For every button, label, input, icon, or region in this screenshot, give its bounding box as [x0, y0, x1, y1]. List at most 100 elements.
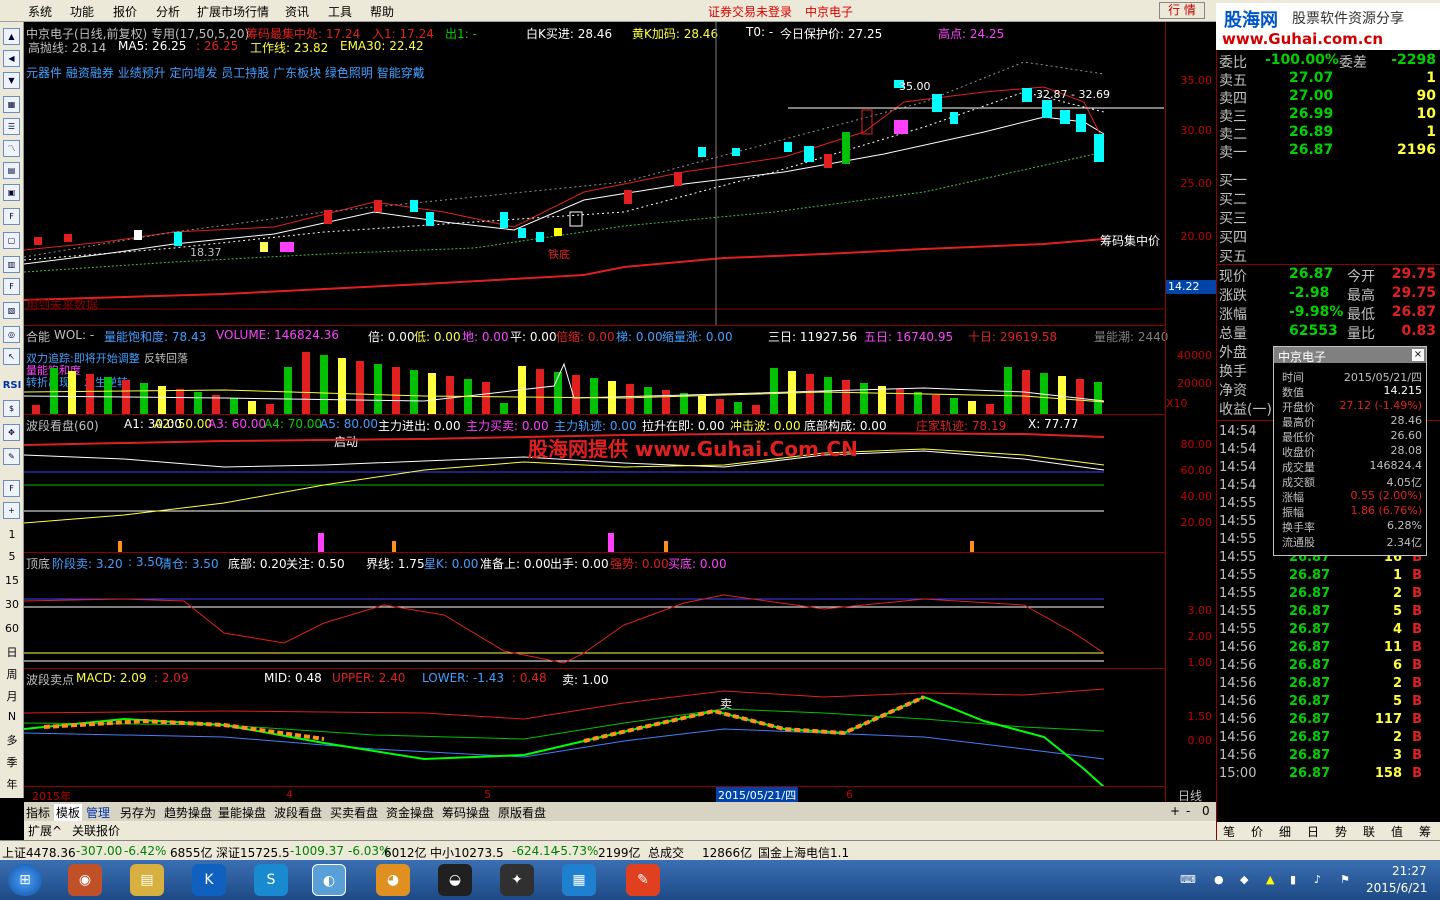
multi-icon[interactable]: ▧ — [3, 302, 20, 319]
flag-icon[interactable]: ⚑ — [1340, 873, 1350, 886]
clock-date[interactable]: 2015/6/21 — [1366, 881, 1428, 895]
kline-chart-area[interactable]: 中京电子(日线,前复权) 专用(17,50,5,20) 筹码最集中处: 17.2… — [24, 22, 1216, 803]
period-month[interactable]: 月 — [2, 688, 22, 704]
tab-trend[interactable]: 趋势操盘 — [164, 804, 212, 821]
ring-icon[interactable]: ◎ — [3, 326, 20, 343]
right-tab[interactable]: 日 — [1307, 823, 1319, 840]
tab-save-as[interactable]: 另存为 — [120, 804, 156, 821]
period-quarter[interactable]: 季 — [2, 754, 22, 770]
menu-system[interactable]: 系统 — [28, 3, 52, 20]
start-icon[interactable]: ⊞ — [8, 864, 42, 896]
period-1min[interactable]: 1 — [2, 528, 22, 541]
tab-wave[interactable]: 波段看盘 — [274, 804, 322, 821]
right-tab[interactable]: 筹 — [1419, 823, 1431, 840]
data-popup[interactable]: 中京电子 × 时间 2015/05/21/四 数值 14.215 开盘价 27.12… — [1273, 346, 1427, 556]
folder-icon[interactable]: ▤ — [130, 864, 164, 896]
quote-button[interactable]: 行 情 — [1159, 2, 1205, 19]
period-day[interactable]: 日 — [2, 644, 22, 660]
tab-indicator[interactable]: 指标 — [26, 804, 50, 821]
f5-icon[interactable]: F — [3, 480, 20, 497]
clock-time[interactable]: 21:27 — [1392, 864, 1427, 878]
period-5min[interactable]: 5 — [2, 550, 22, 563]
line-chart-icon[interactable]: 〽 — [3, 140, 20, 157]
ask-price[interactable]: 26.89 — [1289, 124, 1333, 140]
bar-icon[interactable]: ▥ — [3, 256, 20, 273]
f10-icon[interactable]: F — [3, 208, 20, 225]
sf-icon[interactable]: ✦ — [500, 864, 534, 896]
server-site[interactable]: 国金上海电信1.1 — [758, 844, 849, 861]
right-tab[interactable]: 势 — [1335, 823, 1347, 840]
cursor-icon[interactable]: ↖ — [3, 348, 20, 365]
tab-capital[interactable]: 资金操盘 — [386, 804, 434, 821]
k-app-icon[interactable]: K — [192, 864, 226, 896]
browser-icon[interactable]: ◐ — [312, 864, 346, 896]
period-60min[interactable]: 60 — [2, 622, 22, 635]
security-icon[interactable]: ▲ — [1266, 873, 1274, 886]
right-tab[interactable]: 联 — [1363, 823, 1375, 840]
reset-icon[interactable]: 0 — [1202, 804, 1210, 818]
tab-expand[interactable]: 扩展^ — [28, 822, 62, 839]
bird-icon[interactable]: ◕ — [376, 864, 410, 896]
sz-index[interactable]: 深证15725.5 — [216, 844, 290, 861]
ask-price[interactable]: 27.07 — [1289, 70, 1333, 86]
shield-icon[interactable]: ◆ — [1240, 873, 1248, 886]
right-tab[interactable]: 细 — [1279, 823, 1291, 840]
period-30min[interactable]: 30 — [2, 598, 22, 611]
f12-icon[interactable]: F — [3, 278, 20, 295]
tab-trade[interactable]: 买卖看盘 — [330, 804, 378, 821]
app-icon[interactable]: ◉ — [68, 864, 102, 896]
arrow-left-icon[interactable]: ◀ — [3, 50, 20, 67]
right-tab[interactable]: 值 — [1391, 823, 1403, 840]
right-tab[interactable]: 笔 — [1223, 823, 1235, 840]
period-year[interactable]: 年 — [2, 776, 22, 792]
plus-icon[interactable]: + — [3, 502, 20, 519]
sh-index[interactable]: 上证4478.36 — [2, 844, 76, 861]
arrow-up-icon[interactable]: ▲ — [3, 28, 20, 45]
macd-panel[interactable]: 波段卖点 MACD: 2.09 : 2.09 MID: 0.48 UPPER: … — [24, 668, 1164, 787]
close-icon[interactable]: × — [1412, 349, 1424, 361]
menu-function[interactable]: 功能 — [70, 3, 94, 20]
menu-tools[interactable]: 工具 — [328, 3, 352, 20]
arrow-down-icon[interactable]: ▼ — [3, 72, 20, 89]
keyboard-icon[interactable]: ⌨ — [1180, 873, 1196, 886]
qq-icon[interactable]: ● — [1214, 873, 1224, 886]
rsi-button[interactable]: RSI — [2, 380, 22, 391]
menu-quote[interactable]: 报价 — [113, 3, 137, 20]
tab-template[interactable]: 模板 — [54, 804, 83, 821]
period-n[interactable]: N — [2, 710, 22, 723]
ask-price[interactable]: 27.00 — [1289, 88, 1333, 104]
volume-icon[interactable]: ♪ — [1314, 873, 1321, 886]
table-icon[interactable]: ▤ — [3, 162, 20, 179]
pencil-icon[interactable]: ✎ — [3, 448, 20, 465]
top-bottom-panel[interactable]: 顶底 阶段卖: 3.20 : 3.50 清仓: 3.50 底部: 0.20 关注… — [24, 552, 1164, 668]
network-icon[interactable]: ▮ — [1290, 873, 1296, 886]
zoom-out-icon[interactable]: - — [1186, 804, 1190, 818]
menu-ext-market[interactable]: 扩展市场行情 — [197, 3, 269, 20]
tab-chip[interactable]: 筹码操盘 — [442, 804, 490, 821]
s-app-icon[interactable]: S — [254, 864, 288, 896]
period-15min[interactable]: 15 — [2, 574, 22, 587]
window-icon[interactable]: ▣ — [3, 184, 20, 201]
penguin-icon[interactable]: ◒ — [438, 864, 472, 896]
dollar-icon[interactable]: $ — [3, 400, 20, 417]
doc-icon[interactable]: ▢ — [3, 232, 20, 249]
login-status[interactable]: 证券交易未登录 — [708, 3, 792, 20]
period-multi[interactable]: 多 — [2, 732, 22, 748]
volume-panel[interactable]: 合能 WOL: - 量能饱和度: 78.43 VOLUME: 146824.36… — [24, 325, 1168, 415]
menu-help[interactable]: 帮助 — [370, 3, 394, 20]
tab-original[interactable]: 原版看盘 — [498, 804, 546, 821]
period-week[interactable]: 周 — [2, 666, 22, 682]
tiles-icon[interactable]: ▦ — [562, 864, 596, 896]
zoom-in-icon[interactable]: + — [1170, 804, 1180, 818]
ask-price[interactable]: 26.87 — [1289, 142, 1333, 158]
wave-panel[interactable]: 波段看盘(60) A1: 30.00 A2: 50.00 A3: 60.00 A… — [24, 414, 1164, 553]
right-tab[interactable]: 价 — [1251, 823, 1263, 840]
sme-index[interactable]: 中小10273.5 — [430, 844, 504, 861]
move-icon[interactable]: ✥ — [3, 424, 20, 441]
price-panel[interactable]: 中京电子(日线,前复权) 专用(17,50,5,20) 筹码最集中处: 17.2… — [24, 22, 1164, 325]
grid-icon[interactable]: ▦ — [3, 96, 20, 113]
menu-news[interactable]: 资讯 — [285, 3, 309, 20]
menu-analysis[interactable]: 分析 — [156, 3, 180, 20]
tab-manage[interactable]: 管理 — [86, 804, 110, 821]
ask-price[interactable]: 26.99 — [1289, 106, 1333, 122]
